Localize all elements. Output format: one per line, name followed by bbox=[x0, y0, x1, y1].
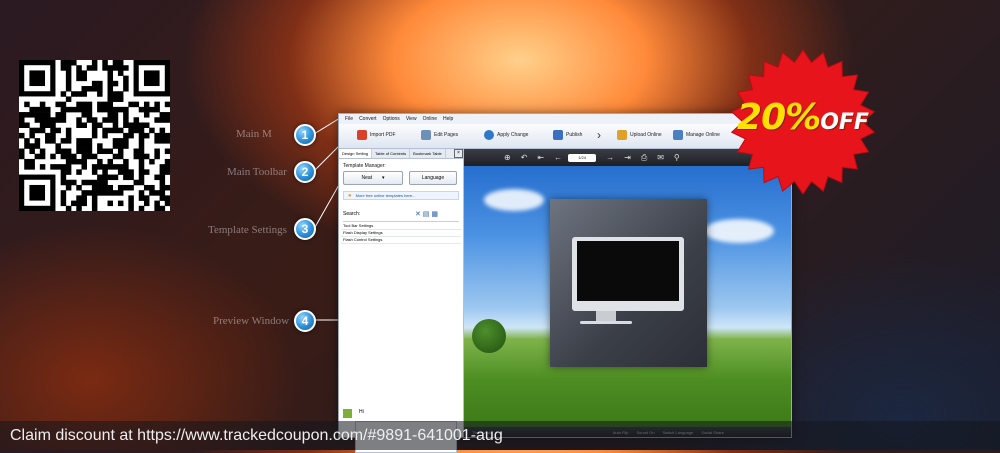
tree-graphic bbox=[472, 319, 506, 353]
menu-bar: File Convert Options View Online Help bbox=[339, 114, 791, 124]
manage-online-button[interactable]: Manage Online bbox=[673, 130, 720, 140]
search-icon[interactable]: ✕ ▤ ▦ bbox=[415, 210, 438, 218]
search-label: Search: bbox=[343, 211, 361, 217]
callout-number-2: 2 bbox=[294, 161, 316, 183]
chevron-right-icon[interactable]: › bbox=[597, 128, 601, 142]
callout-number-3: 3 bbox=[294, 218, 316, 240]
next-page-icon[interactable]: → bbox=[606, 153, 614, 162]
manage-online-icon bbox=[673, 130, 683, 140]
callout-number-4: 4 bbox=[294, 310, 316, 332]
callout-number-1: 1 bbox=[294, 124, 316, 146]
cloud bbox=[484, 189, 544, 211]
claim-discount-link[interactable]: Claim discount at https://www.trackedcou… bbox=[10, 427, 503, 445]
tab-bookmark-table[interactable]: Bookmark Table bbox=[410, 149, 446, 158]
search-icon[interactable]: ⚲ bbox=[674, 153, 680, 162]
print-icon[interactable]: ⎙ bbox=[641, 153, 647, 163]
apply-change-button[interactable]: Apply Change bbox=[484, 130, 528, 140]
tab-design-setting[interactable]: Design Setting bbox=[339, 149, 373, 158]
template-manager-label: Template Manager: bbox=[343, 163, 386, 169]
chevron-down-icon: ▾ bbox=[382, 175, 385, 181]
cloud bbox=[704, 219, 774, 243]
settings-item-tool-bar[interactable]: Tool Bar Settings bbox=[341, 223, 461, 230]
callout-label-preview-window: Preview Window bbox=[213, 315, 290, 327]
help-title: Hi bbox=[359, 409, 364, 415]
main-toolbar: Import PDF Edit Pages Apply Change Publi… bbox=[339, 124, 791, 149]
upload-online-icon bbox=[617, 130, 627, 140]
menu-file[interactable]: File bbox=[345, 116, 353, 122]
monitor-screen bbox=[577, 241, 679, 301]
menu-help[interactable]: Help bbox=[443, 116, 453, 122]
monitor-stand bbox=[596, 311, 616, 321]
first-page-icon[interactable]: ⇤ bbox=[537, 153, 544, 162]
settings-item-flash-control[interactable]: Flash Control Settings bbox=[341, 237, 461, 244]
divider bbox=[343, 221, 459, 222]
page-number-field[interactable]: 1/24 bbox=[568, 153, 597, 162]
email-icon[interactable]: ✉ bbox=[657, 153, 664, 162]
template-select-button[interactable]: Neat ▾ bbox=[343, 171, 403, 185]
callout-label-template-settings: Template Settings bbox=[208, 224, 287, 236]
edit-pages-icon bbox=[421, 130, 431, 140]
apply-change-icon bbox=[484, 130, 494, 140]
menu-view[interactable]: View bbox=[406, 116, 417, 122]
close-icon[interactable]: × bbox=[454, 149, 463, 158]
edit-pages-button[interactable]: Edit Pages bbox=[421, 130, 458, 140]
design-panel: Design Setting Table of Contents Bookmar… bbox=[339, 149, 464, 453]
callout-label-main-menu: Main M bbox=[236, 128, 272, 140]
panel-tabs: Design Setting Table of Contents Bookmar… bbox=[339, 149, 463, 159]
monitor-base bbox=[580, 321, 632, 324]
tab-table-of-contents[interactable]: Table of Contents bbox=[372, 149, 411, 158]
prev-page-icon[interactable]: ← bbox=[554, 153, 562, 162]
discount-badge-text: 20%OFF bbox=[737, 97, 869, 138]
import-pdf-button[interactable]: Import PDF bbox=[357, 130, 396, 140]
info-icon: ● bbox=[348, 192, 352, 199]
zoom-icon[interactable]: ⊕ bbox=[504, 153, 511, 162]
monitor-graphic bbox=[572, 237, 684, 311]
publish-icon bbox=[553, 130, 563, 140]
flipbook-page[interactable] bbox=[550, 199, 707, 367]
more-templates-link[interactable]: ● More free online templates here... bbox=[343, 191, 459, 200]
last-page-icon[interactable]: ⇥ bbox=[624, 153, 631, 162]
import-pdf-icon bbox=[357, 130, 367, 140]
help-icon bbox=[343, 409, 352, 418]
menu-online[interactable]: Online bbox=[423, 116, 437, 122]
publish-button[interactable]: Publish bbox=[553, 130, 582, 140]
app-window: File Convert Options View Online Help Im… bbox=[338, 113, 792, 453]
language-button[interactable]: Language bbox=[409, 171, 457, 185]
menu-convert[interactable]: Convert bbox=[359, 116, 377, 122]
settings-item-flash-display[interactable]: Flash Display Settings bbox=[341, 230, 461, 237]
callout-label-main-toolbar: Main Toolbar bbox=[227, 166, 287, 178]
undo-icon[interactable]: ↶ bbox=[521, 153, 528, 162]
settings-list: Tool Bar Settings Flash Display Settings… bbox=[341, 223, 461, 244]
menu-options[interactable]: Options bbox=[383, 116, 400, 122]
upload-online-button[interactable]: Upload Online bbox=[617, 130, 662, 140]
